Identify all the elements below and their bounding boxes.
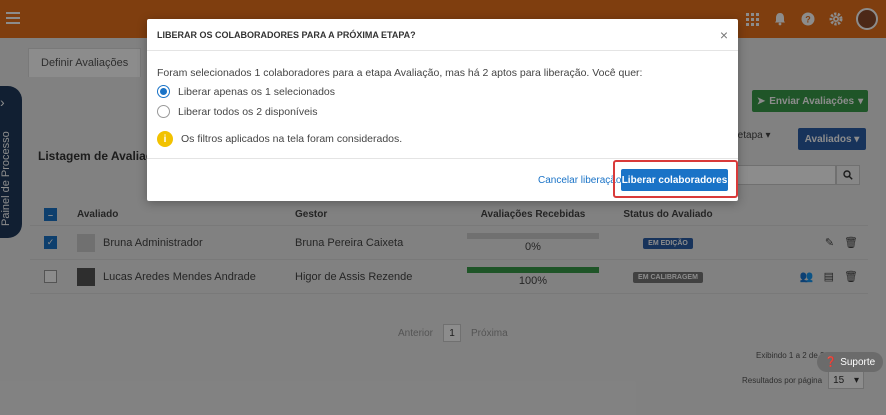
close-icon[interactable]: × (720, 27, 728, 43)
info-text: Os filtros aplicados na tela foram consi… (181, 133, 403, 145)
option-all-available-label: Liberar todos os 2 disponíveis (178, 105, 318, 118)
support-label: Suporte (840, 356, 876, 368)
help-circle-icon: ❓ (824, 356, 838, 368)
option-selected-only[interactable]: Liberar apenas os 1 selecionados (157, 85, 335, 98)
info-note: i Os filtros aplicados na tela foram con… (157, 131, 402, 147)
modal-title: LIBERAR OS COLABORADORES PARA A PRÓXIMA … (157, 30, 416, 40)
release-collaborators-button[interactable]: Liberar colaboradores (621, 169, 728, 191)
support-button[interactable]: ❓ Suporte (817, 352, 883, 372)
radio-selected-only[interactable] (157, 85, 170, 98)
cancel-release-link[interactable]: Cancelar liberação (538, 175, 621, 186)
release-modal: LIBERAR OS COLABORADORES PARA A PRÓXIMA … (147, 19, 738, 201)
info-icon: i (157, 131, 173, 147)
modal-header: LIBERAR OS COLABORADORES PARA A PRÓXIMA … (147, 19, 738, 51)
option-all-available[interactable]: Liberar todos os 2 disponíveis (157, 105, 318, 118)
modal-message: Foram selecionados 1 colaboradores para … (157, 67, 643, 79)
option-selected-only-label: Liberar apenas os 1 selecionados (178, 85, 336, 98)
radio-all-available[interactable] (157, 105, 170, 118)
